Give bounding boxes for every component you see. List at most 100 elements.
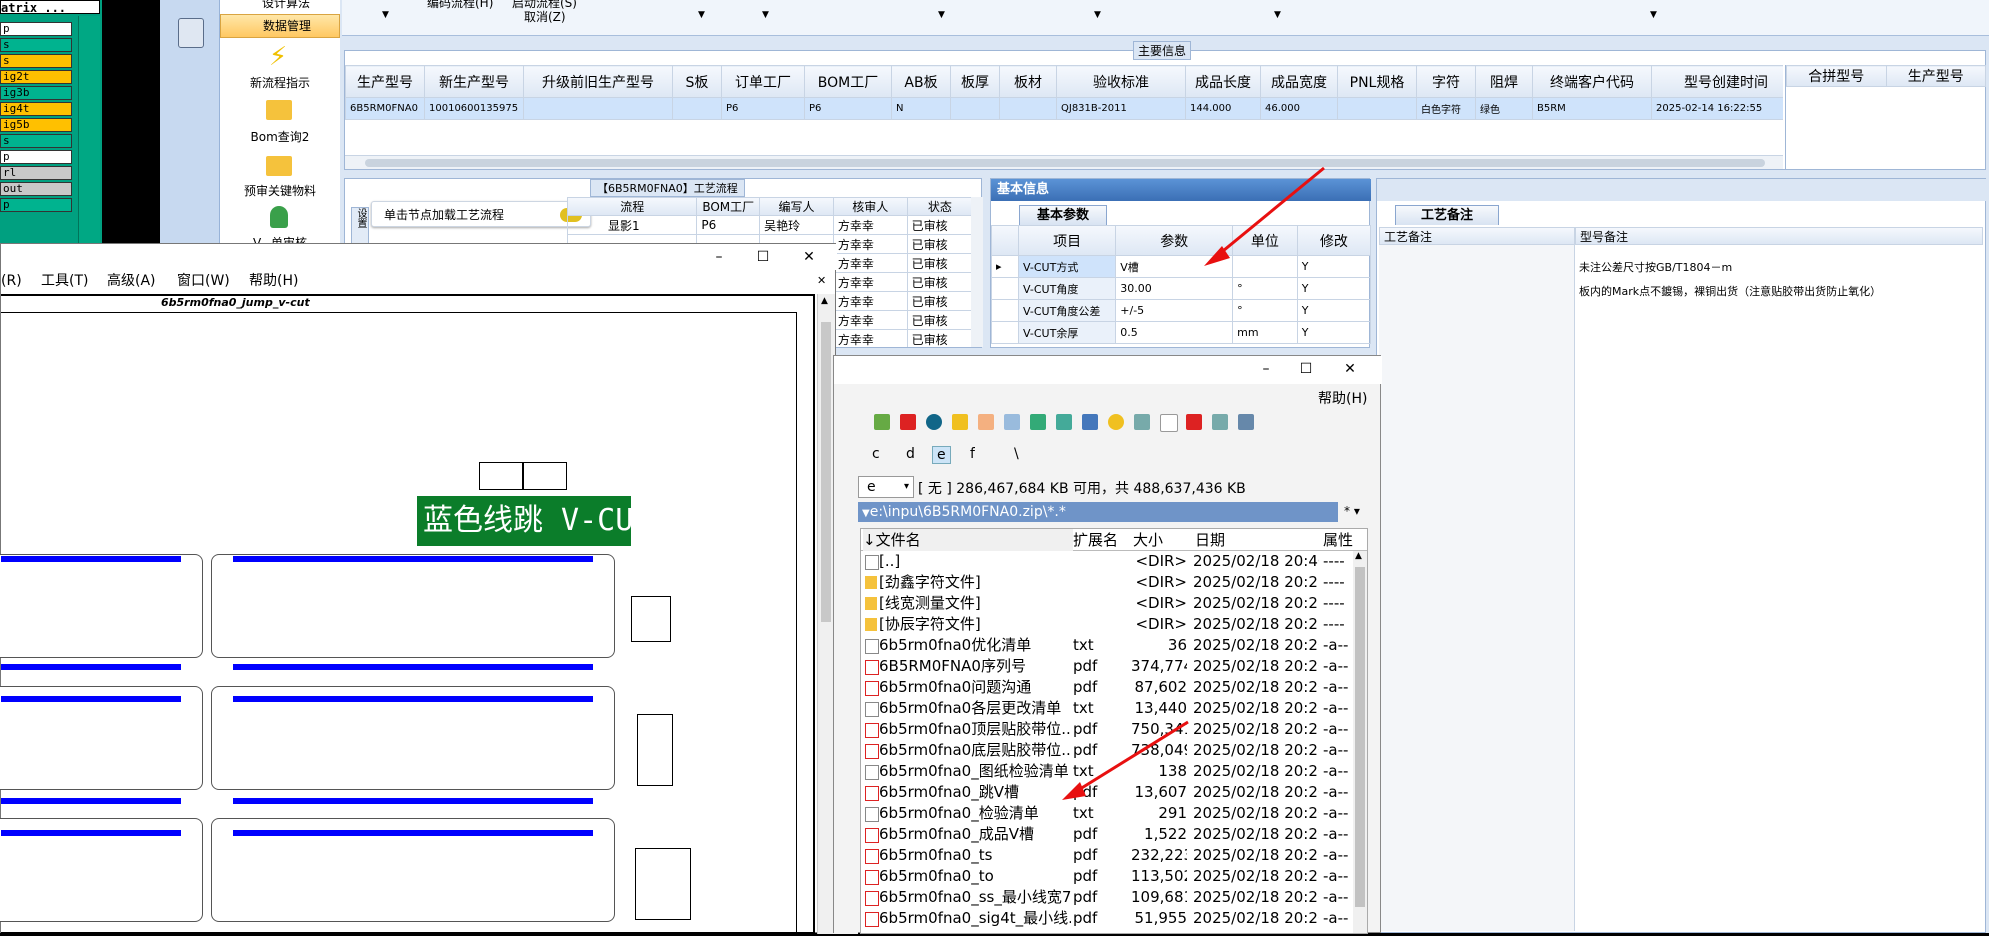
process-flow-col[interactable]: 编写人 <box>759 197 834 216</box>
menu-cancel[interactable]: 取消(Z) <box>524 8 566 25</box>
matrix-layer-item[interactable]: ig5b <box>0 118 72 132</box>
matrix-layer-item[interactable]: p <box>0 22 72 36</box>
main-info-col[interactable]: 成品长度 <box>1185 65 1261 98</box>
main-info-col[interactable]: 新生产型号 <box>424 65 524 98</box>
list-item[interactable]: [..] <DIR> 2025/02/18 20:40 ---- <box>861 551 1351 572</box>
font-icon[interactable] <box>978 414 994 430</box>
basic-params-cell[interactable]: +/-5 <box>1115 299 1234 322</box>
basic-params-cell[interactable]: Y <box>1296 277 1371 300</box>
basic-params-cell[interactable]: 0.5 <box>1115 321 1234 344</box>
sheet-icon[interactable] <box>1056 414 1072 430</box>
matrix-layer-item[interactable]: s <box>0 38 72 52</box>
load-flow-hint[interactable]: 单击节点加载工艺流程 <box>371 201 591 227</box>
col-date[interactable]: 日期 <box>1195 529 1319 551</box>
lightning-icon[interactable]: ⚡ <box>265 42 291 72</box>
basic-params-cell[interactable]: V-CUT余厚 <box>1018 321 1117 344</box>
scroll-thumb[interactable] <box>821 322 831 622</box>
list-item[interactable]: 6b5rm0fna0_成品V槽 pdf 1,522 2025/02/18 20:26-… <box>861 824 1351 845</box>
chevron-down-icon[interactable]: ▼ <box>1094 10 1101 20</box>
matrix-layer-item[interactable]: s <box>0 54 72 68</box>
tab-basic-params[interactable]: 基本参数 <box>1019 205 1107 225</box>
list-item[interactable]: [劲鑫字符文件] <DIR> 2025/02/18 20:27 ---- <box>861 572 1351 593</box>
list-item[interactable]: 6b5rm0fna0_ts pdf 232,223 2025/02/18 20:26-… <box>861 845 1351 866</box>
basic-params-cell[interactable]: V-CUT方式 <box>1018 255 1117 278</box>
chevron-up-icon[interactable]: ▲ <box>1355 551 1362 561</box>
main-info-cell[interactable]: 10010600135975 <box>424 97 524 120</box>
file-icon[interactable] <box>1160 414 1178 432</box>
chevron-down-icon[interactable]: ▼ <box>698 10 705 20</box>
main-info-cell[interactable] <box>999 97 1057 120</box>
basic-params-cell[interactable]: ° <box>1232 299 1298 322</box>
col-filename[interactable]: ↓文件名 <box>863 529 1073 551</box>
fm-help-menu[interactable]: 帮助(H) <box>1318 388 1367 408</box>
drive-select[interactable]: e ▾ <box>858 476 914 498</box>
process-flow-col[interactable]: 核审人 <box>832 197 908 216</box>
window-icon[interactable] <box>1134 414 1150 430</box>
main-info-col[interactable]: 阻焊 <box>1475 65 1533 98</box>
pdf-icon[interactable] <box>900 414 916 430</box>
main-info-cell[interactable]: 2025-02-14 16:22:55 <box>1651 97 1783 120</box>
main-info-cell[interactable] <box>523 97 673 120</box>
basic-params-cell[interactable]: ° <box>1232 277 1298 300</box>
process-side-tab[interactable]: 设置 <box>351 207 369 247</box>
matrix-layer-item[interactable]: p <box>0 150 72 164</box>
basic-params-cell[interactable]: 30.00 <box>1115 277 1234 300</box>
matrix-layer-item[interactable]: ig2t <box>0 70 72 84</box>
menu-advanced[interactable]: 高级(A) <box>107 270 156 292</box>
process-flow-col[interactable]: 状态 <box>906 197 973 216</box>
chevron-down-icon[interactable]: ▼ <box>1650 10 1657 20</box>
nav-item-new-flow[interactable]: 新流程指示 <box>220 74 340 91</box>
folder-icon[interactable] <box>266 100 292 120</box>
merge-col[interactable]: 生产型号 <box>1885 65 1986 87</box>
h-scrollbar[interactable] <box>345 155 1783 169</box>
v-scrollbar[interactable] <box>971 197 983 347</box>
list-item[interactable]: 6b5rm0fna0_to pdf 113,502 2025/02/18 20:26-… <box>861 866 1351 887</box>
close-icon[interactable]: ✕ <box>817 270 826 292</box>
window-icon[interactable] <box>1212 414 1228 430</box>
nav-item-bom-query[interactable]: Bom查询2 <box>220 128 340 145</box>
user-icon[interactable] <box>270 206 288 228</box>
list-item[interactable]: 6B5RM0FNA0序列号 pdf 374,774 2025/02/18 20:26-… <box>861 656 1351 677</box>
menu-window[interactable]: 窗口(W) <box>177 270 230 292</box>
table-row[interactable]: 显影1 P6 吴艳玲 方幸幸 已审核 <box>567 215 973 235</box>
h-scroll-thumb[interactable] <box>365 159 1765 167</box>
matrix-layer-item[interactable]: p <box>0 198 72 212</box>
menu-tools[interactable]: 工具(T) <box>41 270 88 292</box>
basic-params-cell[interactable]: Y <box>1296 299 1371 322</box>
nav-item-data-manage[interactable]: 数据管理 <box>220 14 340 38</box>
chevron-up-icon[interactable]: ▲ <box>821 296 828 306</box>
merge-col[interactable]: 合拼型号 <box>1786 65 1887 87</box>
chevron-down-icon[interactable]: ▼ <box>762 10 769 20</box>
main-info-col[interactable]: PNL规格 <box>1337 65 1417 98</box>
basic-params-cell[interactable]: mm <box>1232 321 1298 344</box>
menu-help[interactable]: 帮助(H) <box>249 270 298 292</box>
main-info-col[interactable]: 生产型号 <box>345 65 425 98</box>
folder-icon[interactable] <box>266 156 292 176</box>
main-info-cell[interactable]: P6 <box>804 97 892 120</box>
maximize-button[interactable]: ☐ <box>1288 356 1324 382</box>
matrix-layer-item[interactable]: s <box>0 134 72 148</box>
matrix-layer-item[interactable]: rl <box>0 166 72 180</box>
main-info-col[interactable]: BOM工厂 <box>804 65 892 98</box>
list-item[interactable]: 6b5rm0fna0优化清单 txt 36 2025/02/18 20:26 -a-- <box>861 635 1351 656</box>
main-info-cell[interactable] <box>1337 97 1417 120</box>
main-info-cell[interactable]: N <box>891 97 951 120</box>
main-info-cell[interactable]: P6 <box>721 97 805 120</box>
main-info-cell[interactable]: QJ831B-2011 <box>1056 97 1186 120</box>
chevron-down-icon[interactable]: ▼ <box>1274 10 1281 20</box>
matrix-layer-item[interactable]: ig3b <box>0 86 72 100</box>
main-info-col[interactable]: S板 <box>672 65 722 98</box>
matrix-scroll[interactable] <box>78 16 100 245</box>
table-row[interactable]: V-CUT余厚 0.5 mm Y <box>991 321 1371 344</box>
minimize-button[interactable]: – <box>701 244 737 270</box>
table-row[interactable]: V-CUT角度 30.00 ° Y <box>991 277 1371 300</box>
bookmark-icon[interactable] <box>952 414 968 430</box>
list-item[interactable]: [线宽测量文件] <DIR> 2025/02/18 20:27 ---- <box>861 593 1351 614</box>
search-icon[interactable] <box>1004 414 1020 430</box>
tree-icon[interactable] <box>1030 414 1046 430</box>
basic-params-cell[interactable]: V-CUT角度 <box>1018 277 1117 300</box>
main-info-col[interactable]: 升级前旧生产型号 <box>523 65 673 98</box>
nav-item-design-algo[interactable]: 设计算法 <box>220 0 340 10</box>
col-ext[interactable]: 扩展名 <box>1073 529 1131 551</box>
refresh-icon[interactable] <box>926 414 942 430</box>
